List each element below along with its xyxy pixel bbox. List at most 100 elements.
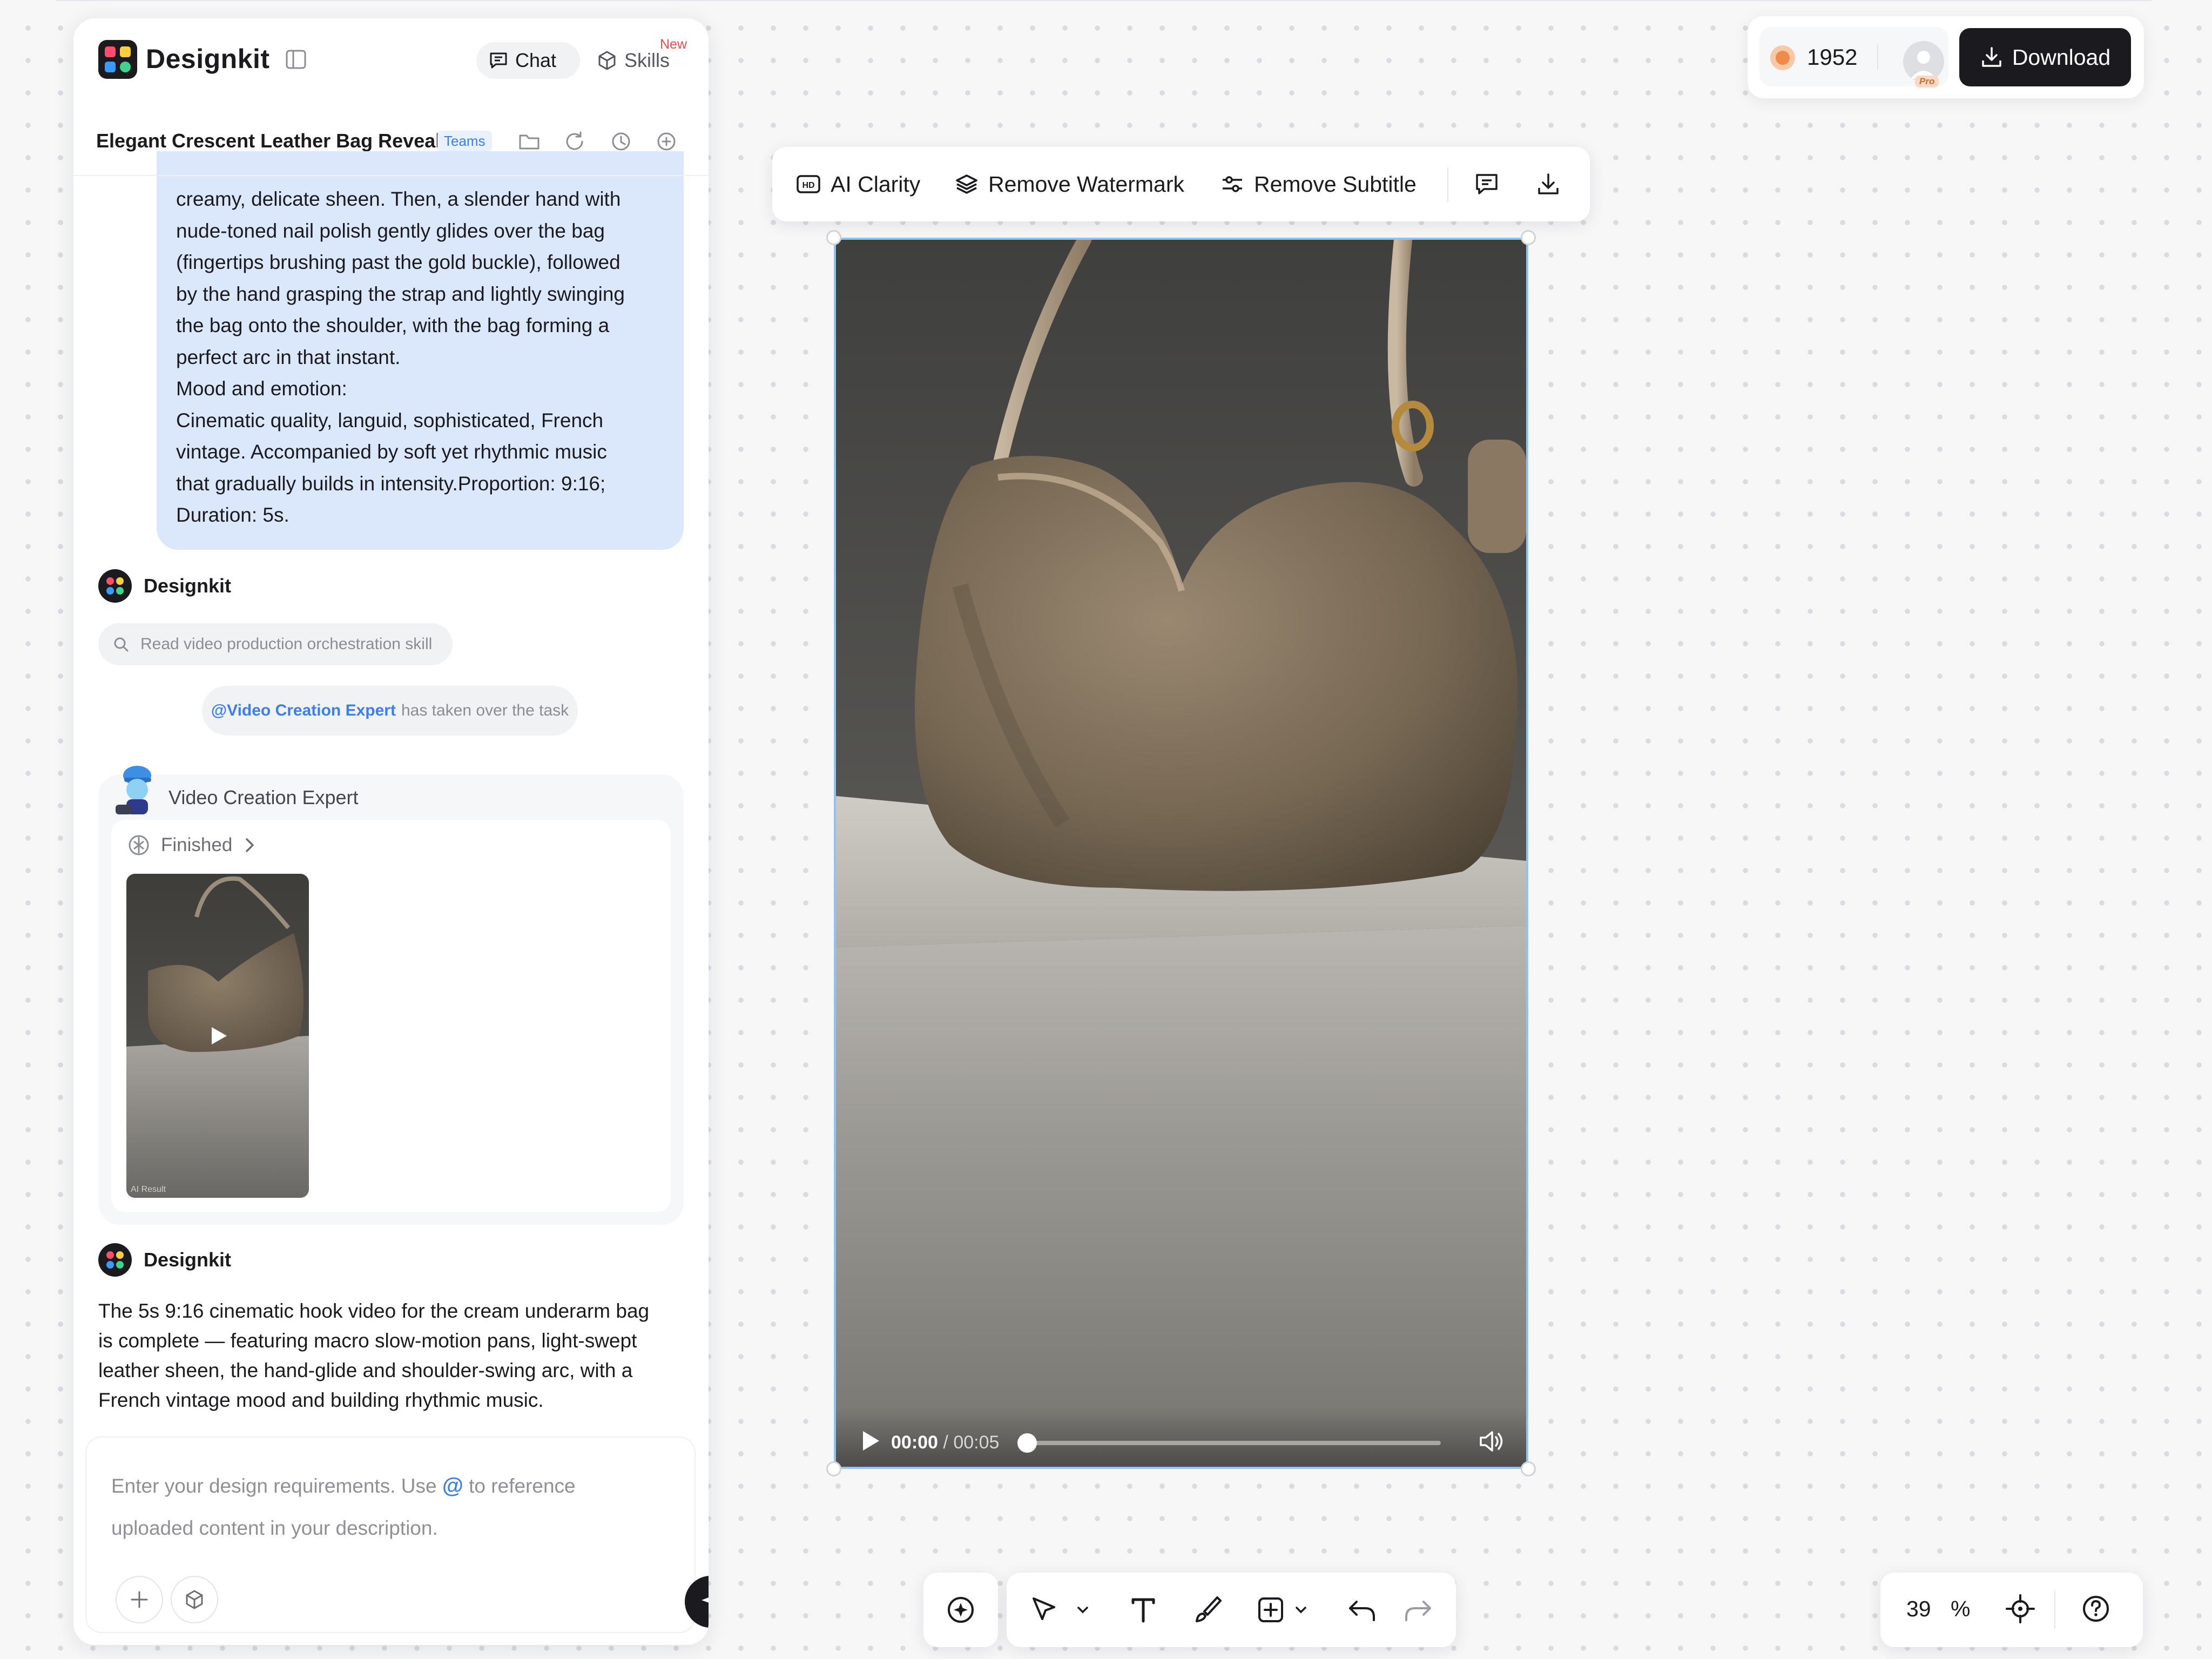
- seek-bar[interactable]: [1025, 1441, 1441, 1445]
- video-controls: 00:00 / 00:05: [836, 1407, 1526, 1467]
- prompt-line: vintage. Accompanied by soft yet rhythmi…: [176, 441, 607, 463]
- prompt-placeholder: Enter your design requirements. Use @ to…: [111, 1465, 651, 1549]
- at-symbol: @: [442, 1474, 463, 1498]
- placeholder-text: to reference: [469, 1475, 576, 1497]
- mode-switch: Chat Skills New: [476, 37, 709, 82]
- chat-icon: [488, 50, 509, 71]
- assistant-avatar: [98, 569, 132, 603]
- chevron-right-icon: [243, 836, 256, 854]
- assistant-header-final: Designkit: [98, 1243, 231, 1277]
- redo-icon[interactable]: [1400, 1592, 1435, 1628]
- status-icon: [127, 834, 150, 857]
- text-tool-icon[interactable]: [1125, 1592, 1161, 1628]
- chevron-down-icon[interactable]: [1075, 1602, 1091, 1618]
- new-badge: New: [660, 37, 687, 52]
- cube-icon: [184, 1589, 205, 1610]
- comment-button[interactable]: [1474, 147, 1499, 221]
- assistant-avatar: [98, 1243, 132, 1277]
- skills-picker-button[interactable]: [171, 1576, 218, 1623]
- pro-badge: Pro: [1915, 76, 1939, 87]
- history-icon[interactable]: [609, 130, 633, 153]
- new-chat-icon[interactable]: [655, 130, 678, 153]
- remove-watermark-label: Remove Watermark: [988, 171, 1184, 197]
- comment-icon: [1474, 172, 1499, 197]
- ai-result-watermark: AI Result: [131, 1185, 166, 1194]
- prompt-line: (fingertips brushing past the gold buckl…: [176, 251, 621, 273]
- skill-step-text: Read video production orchestration skil…: [140, 635, 433, 653]
- download-icon: [1536, 172, 1561, 197]
- volume-icon[interactable]: [1479, 1429, 1506, 1454]
- ai-clarity-button[interactable]: HD AI Clarity: [796, 147, 920, 221]
- resize-handle[interactable]: [1521, 1461, 1536, 1476]
- sidebar-collapse-icon[interactable]: [285, 49, 307, 70]
- help-icon[interactable]: [2078, 1591, 2114, 1627]
- prompt-line: Cinematic quality, languid, sophisticate…: [176, 409, 604, 431]
- search-icon: [112, 636, 130, 653]
- credits-count: 1952: [1807, 44, 1858, 70]
- tab-chat-label: Chat: [515, 49, 557, 71]
- expert-avatar: [105, 763, 163, 821]
- brush-tool-icon[interactable]: [1190, 1592, 1226, 1628]
- prompt-line: nude-toned nail polish gently glides ove…: [176, 219, 605, 242]
- refresh-icon[interactable]: [563, 130, 586, 153]
- video-thumbnail[interactable]: AI Result: [126, 874, 309, 1198]
- add-attachment-button[interactable]: [116, 1576, 163, 1623]
- message-line: leather sheen, the hand-glide and should…: [98, 1359, 633, 1381]
- cube-icon: [596, 50, 618, 71]
- resize-handle[interactable]: [1521, 230, 1536, 245]
- handoff-text: has taken over the task: [401, 702, 569, 719]
- download-video-button[interactable]: [1536, 147, 1561, 221]
- current-time: 00:00: [891, 1432, 938, 1453]
- zoom-divider: [2054, 1591, 2055, 1629]
- assistant-name: Designkit: [144, 1249, 232, 1271]
- plus-icon: [129, 1589, 150, 1610]
- total-duration: / 00:05: [943, 1432, 1000, 1453]
- download-label: Download: [2012, 44, 2111, 70]
- assistant-header: Designkit: [98, 569, 231, 603]
- message-line: The 5s 9:16 cinematic hook video for the…: [98, 1300, 650, 1322]
- toolbar-divider: [1447, 167, 1448, 202]
- download-button[interactable]: Download: [1959, 28, 2131, 86]
- undo-icon[interactable]: [1345, 1592, 1380, 1628]
- prompt-line: Duration: 5s.: [176, 504, 289, 526]
- zoom-value[interactable]: 39: [1906, 1596, 1931, 1622]
- tab-chat[interactable]: Chat: [476, 42, 580, 79]
- expert-name: Video Creation Expert: [168, 786, 359, 808]
- prompt-line: that gradually builds in intensity.Propo…: [176, 472, 606, 495]
- play-icon: [208, 1025, 229, 1047]
- select-tool-icon[interactable]: [1026, 1592, 1062, 1628]
- user-prompt-bubble: creamy, delicate sheen. Then, a slender …: [157, 151, 684, 550]
- resize-handle[interactable]: [826, 1461, 841, 1476]
- handoff-mention[interactable]: @Video Creation Expert: [211, 702, 396, 720]
- skill-step-chip[interactable]: Read video production orchestration skil…: [98, 623, 453, 665]
- zoom-control: 39 %: [1880, 1573, 2143, 1647]
- project-title[interactable]: Elegant Crescent Leather Bag Reveal: [96, 130, 441, 152]
- add-element-icon[interactable]: [1253, 1592, 1289, 1628]
- video-toolbar: HD AI Clarity Remove Watermark Remove Su…: [772, 147, 1590, 221]
- play-button[interactable]: [860, 1429, 881, 1453]
- ai-clarity-label: AI Clarity: [831, 171, 921, 197]
- credits-display[interactable]: 1952 Pro: [1759, 27, 1948, 87]
- resize-handle[interactable]: [826, 230, 841, 245]
- top-border: [56, 0, 2152, 1]
- sliders-icon: [1220, 172, 1244, 196]
- chevron-down-icon[interactable]: [1293, 1602, 1309, 1618]
- remove-subtitle-button[interactable]: Remove Subtitle: [1220, 147, 1417, 221]
- remove-watermark-button[interactable]: Remove Watermark: [955, 147, 1184, 221]
- ai-sparkle-icon[interactable]: [943, 1592, 979, 1628]
- designkit-logo: [98, 40, 137, 79]
- folder-icon[interactable]: [517, 130, 541, 153]
- seek-handle[interactable]: [1017, 1433, 1037, 1453]
- placeholder-text: uploaded content in your description.: [111, 1517, 438, 1539]
- message-line: is complete — featuring macro slow-motio…: [98, 1330, 637, 1352]
- tab-skills-label: Skills: [624, 49, 670, 71]
- task-status[interactable]: Finished: [127, 834, 256, 857]
- placeholder-text: Enter your design requirements. Use: [111, 1475, 437, 1497]
- video-player[interactable]: 00:00 / 00:05: [834, 238, 1528, 1469]
- message-line: French vintage mood and building rhythmi…: [98, 1389, 544, 1411]
- prompt-line: the bag onto the shoulder, with the bag …: [176, 314, 610, 336]
- canvas-toolbar: [1007, 1573, 1456, 1647]
- fit-screen-icon[interactable]: [2002, 1591, 2038, 1627]
- assistant-final-message: The 5s 9:16 cinematic hook video for the…: [98, 1296, 687, 1415]
- credits-divider: [1877, 44, 1878, 70]
